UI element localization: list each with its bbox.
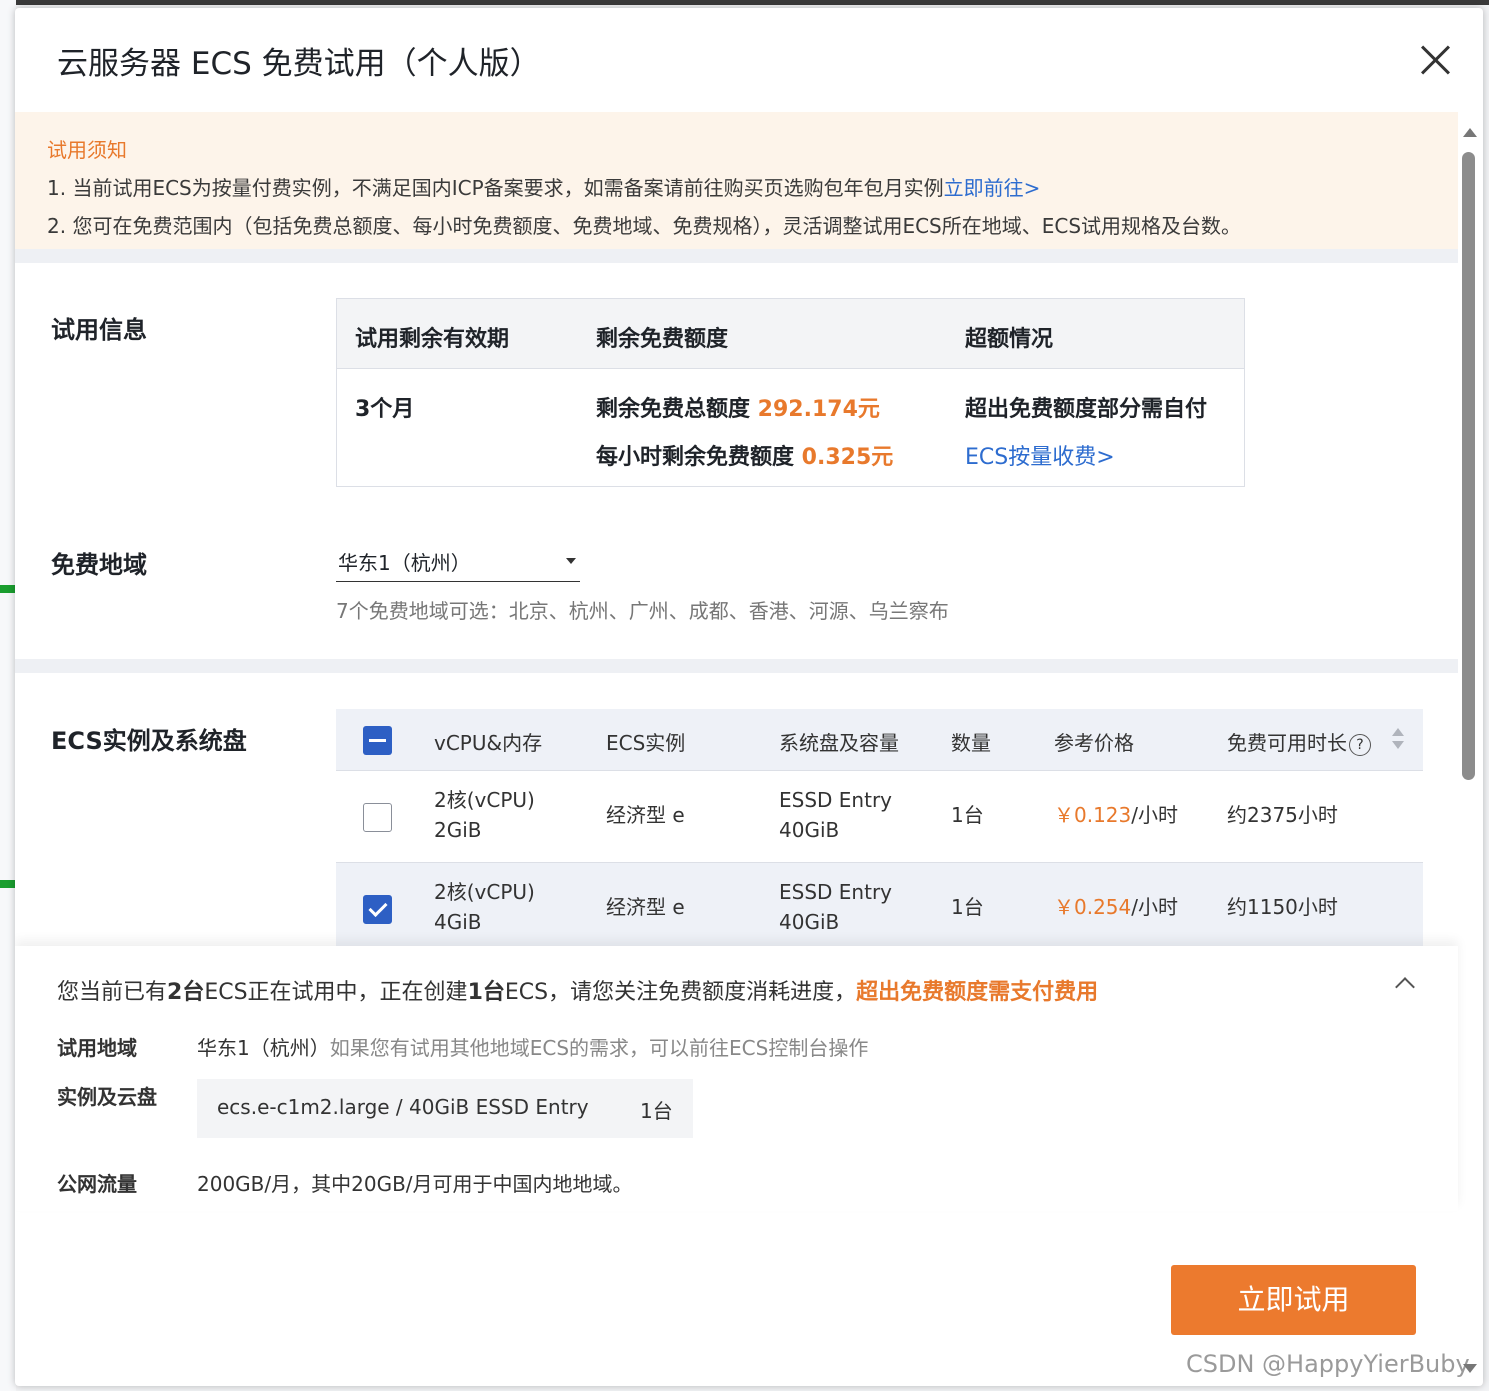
summary-text: ECS正在试用中，正在创建 xyxy=(204,980,468,1005)
row-qty: 1台 xyxy=(951,803,984,827)
hourly-quota-label: 每小时剩余免费额度 xyxy=(596,445,802,470)
row-price-unit: /小时 xyxy=(1131,803,1179,827)
row-vcpu: 2核(vCPU) 4GiB xyxy=(434,877,535,937)
row-vcpu: 2核(vCPU) 2GiB xyxy=(434,785,535,845)
table-row[interactable]: 2核(vCPU) 2GiB 经济型 e ESSD Entry 40GiB 1台 … xyxy=(336,771,1423,863)
trial-info-label: 试用信息 xyxy=(51,316,147,344)
row-disk-size: 40GiB xyxy=(779,910,840,934)
scrollbar[interactable] xyxy=(1460,120,1480,1386)
select-all-checkbox[interactable] xyxy=(363,726,392,755)
trial-summary-panel: 您当前已有2台ECS正在试用中，正在创建1台ECS，请您关注免费额度消耗进度，超… xyxy=(15,946,1458,1211)
scroll-up-arrow-icon[interactable] xyxy=(1463,128,1477,137)
row-instance: 经济型 e xyxy=(606,895,685,919)
row-duration: 约2375小时 xyxy=(1227,803,1338,827)
header-duration-label: 免费可用时长 xyxy=(1227,731,1347,755)
row-memory: 4GiB xyxy=(434,910,482,934)
start-trial-button[interactable]: 立即试用 xyxy=(1171,1265,1416,1335)
row-disk: ESSD Entry 40GiB xyxy=(779,785,892,845)
section-divider xyxy=(15,249,1458,263)
summary-text: 您当前已有 xyxy=(57,980,168,1005)
window-top-border xyxy=(0,0,1489,5)
row-disk: ESSD Entry 40GiB xyxy=(779,877,892,937)
trial-notice: 试用须知 1. 当前试用ECS为按量付费实例，不满足国内ICP备案要求，如需备案… xyxy=(15,112,1458,249)
free-trial-modal: 云服务器 ECS 免费试用（个人版） 试用须知 1. 当前试用ECS为按量付费实… xyxy=(15,8,1483,1386)
summary-spec-qty: 1台 xyxy=(640,1099,673,1123)
go-now-link[interactable]: 立即前往> xyxy=(944,176,1041,200)
chevron-up-icon[interactable] xyxy=(1395,977,1415,997)
caret-down-icon xyxy=(566,558,576,564)
row-disk-type: ESSD Entry xyxy=(779,880,892,904)
row-price-value: ￥0.254 xyxy=(1054,895,1132,919)
header-price: 参考价格 xyxy=(1054,731,1134,755)
summary-count: 1台 xyxy=(467,980,505,1005)
row-memory: 2GiB xyxy=(434,818,482,842)
background-progress-bar xyxy=(0,585,16,593)
header-quota: 剩余免费额度 xyxy=(596,327,729,352)
validity-value: 3个月 xyxy=(355,397,415,422)
summary-traffic-value: 200GB/月，其中20GB/月可用于中国内地地域。 xyxy=(197,1172,633,1196)
row-qty: 1台 xyxy=(951,895,984,919)
total-quota: 剩余免费总额度 292.174元 xyxy=(596,391,880,423)
summary-traffic-label: 公网流量 xyxy=(57,1172,137,1196)
watermark: CSDN @HappyYierBuby xyxy=(1186,1350,1470,1378)
summary-spec-box: ecs.e-c1m2.large / 40GiB ESSD Entry 1台 xyxy=(197,1079,693,1138)
header-qty: 数量 xyxy=(951,731,991,755)
summary-text: ECS，请您关注免费额度消耗进度， xyxy=(504,980,857,1005)
header-overage: 超额情况 xyxy=(965,327,1054,352)
close-icon[interactable] xyxy=(1417,42,1453,78)
notice-line-2: 2. 您可在免费范围内（包括免费总额度、每小时免费额度、免费地域、免费规格），灵… xyxy=(47,214,1242,238)
summary-spec-value: ecs.e-c1m2.large / 40GiB ESSD Entry xyxy=(217,1095,589,1119)
background-page xyxy=(0,0,16,1391)
header-duration: 免费可用时长? xyxy=(1227,727,1371,756)
summary-region: 华东1（杭州）如果您有试用其他地域ECS的需求，可以前往ECS控制台操作 xyxy=(197,1032,868,1061)
overage-warning: 超出免费额度需支付费用 xyxy=(856,980,1099,1005)
hourly-quota: 每小时剩余免费额度 0.325元 xyxy=(596,439,893,471)
row-vcpu-cores: 2核(vCPU) xyxy=(434,880,535,904)
header-instance: ECS实例 xyxy=(606,731,686,755)
row-price: ￥0.254/小时 xyxy=(1054,892,1178,922)
row-instance: 经济型 e xyxy=(606,803,685,827)
row-checkbox[interactable] xyxy=(363,803,392,832)
overage-text: 超出免费额度部分需自付 xyxy=(965,397,1208,422)
header-disk: 系统盘及容量 xyxy=(779,731,899,755)
row-checkbox[interactable] xyxy=(363,895,392,924)
ecs-table-header: vCPU&内存 ECS实例 系统盘及容量 数量 参考价格 免费可用时长? xyxy=(336,709,1423,771)
hourly-quota-value: 0.325元 xyxy=(801,445,894,470)
scroll-thumb[interactable] xyxy=(1462,152,1475,780)
notice-line-1-text: 1. 当前试用ECS为按量付费实例，不满足国内ICP备案要求，如需备案请前往购买… xyxy=(47,176,944,200)
background-progress-bar xyxy=(0,880,16,888)
trial-info-table: 试用剩余有效期 剩余免费额度 超额情况 3个月 剩余免费总额度 292.174元… xyxy=(336,298,1245,487)
row-disk-size: 40GiB xyxy=(779,818,840,842)
summary-region-label: 试用地域 xyxy=(57,1036,137,1060)
row-price: ￥0.123/小时 xyxy=(1054,800,1178,830)
row-price-unit: /小时 xyxy=(1131,895,1179,919)
header-validity: 试用剩余有效期 xyxy=(355,327,510,352)
row-duration: 约1150小时 xyxy=(1227,895,1338,919)
total-quota-value: 292.174元 xyxy=(757,397,880,422)
summary-count: 2台 xyxy=(167,980,205,1005)
header-vcpu: vCPU&内存 xyxy=(434,731,543,755)
summary-region-value: 华东1（杭州） xyxy=(197,1036,330,1060)
ecs-label: ECS实例及系统盘 xyxy=(51,727,247,755)
ecs-pricing-link[interactable]: ECS按量收费> xyxy=(965,439,1115,471)
row-vcpu-cores: 2核(vCPU) xyxy=(434,788,535,812)
sort-icon[interactable] xyxy=(1392,728,1404,752)
section-divider xyxy=(15,659,1458,673)
row-disk-type: ESSD Entry xyxy=(779,788,892,812)
help-icon[interactable]: ? xyxy=(1349,734,1371,756)
row-price-value: ￥0.123 xyxy=(1054,803,1132,827)
notice-line-1: 1. 当前试用ECS为按量付费实例，不满足国内ICP备案要求，如需备案请前往购买… xyxy=(47,172,1040,201)
table-row[interactable]: 2核(vCPU) 4GiB 经济型 e ESSD Entry 40GiB 1台 … xyxy=(336,863,1423,955)
region-hint: 7个免费地域可选：北京、杭州、广州、成都、香港、河源、乌兰察布 xyxy=(336,599,949,623)
summary-status: 您当前已有2台ECS正在试用中，正在创建1台ECS，请您关注免费额度消耗进度，超… xyxy=(57,974,1098,1006)
summary-region-hint: 如果您有试用其他地域ECS的需求，可以前往ECS控制台操作 xyxy=(329,1036,869,1060)
modal-title: 云服务器 ECS 免费试用（个人版） xyxy=(57,46,541,82)
total-quota-label: 剩余免费总额度 xyxy=(596,397,758,422)
trial-info-header: 试用剩余有效期 剩余免费额度 超额情况 xyxy=(337,299,1244,369)
summary-spec-label: 实例及云盘 xyxy=(57,1085,157,1109)
notice-title: 试用须知 xyxy=(47,138,127,162)
region-select[interactable]: 华东1（杭州） xyxy=(336,543,580,582)
region-selected-value: 华东1（杭州） xyxy=(338,551,471,575)
region-label: 免费地域 xyxy=(51,551,147,579)
